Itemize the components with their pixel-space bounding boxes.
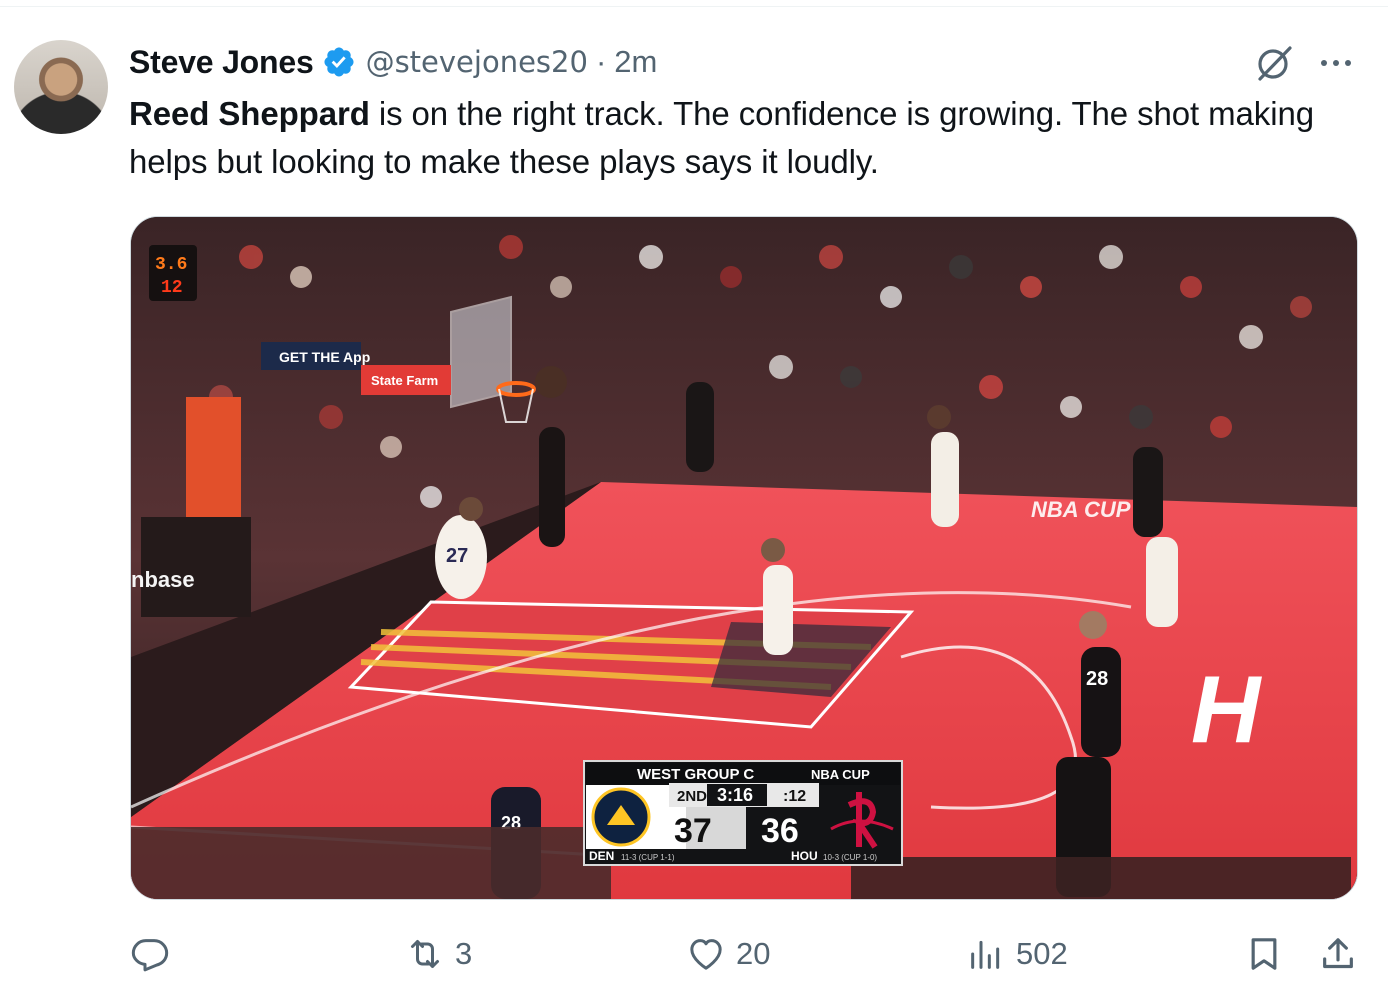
tweet-media[interactable]: nbase 3.6 12 GET THE App State Farm NBA … <box>130 216 1358 900</box>
retweet-count: 3 <box>455 936 473 971</box>
reply-icon <box>131 939 169 972</box>
away-record: 11-3 (CUP 1-1) <box>621 853 675 862</box>
avatar[interactable] <box>14 40 108 134</box>
author-handle[interactable]: @stevejones20 <box>366 45 588 79</box>
retweet-icon <box>411 940 439 968</box>
shot-clock-text: 3.6 <box>155 255 187 275</box>
retweet-button[interactable]: 3 <box>405 926 472 982</box>
court-logo-text: NBA CUP <box>1031 497 1131 522</box>
jersey-number-28: 28 <box>1086 668 1108 690</box>
away-team: DEN <box>589 849 614 863</box>
away-score: 37 <box>674 812 712 850</box>
share-button[interactable] <box>1318 926 1358 982</box>
views-icon <box>971 940 1000 969</box>
separator-dot: · <box>595 44 607 79</box>
timestamp[interactable]: 2m <box>614 44 657 80</box>
verified-badge-icon <box>324 47 354 77</box>
divider <box>0 6 1388 7</box>
bookmark-icon <box>1251 938 1277 970</box>
tweet-actions: 3 20 502 <box>0 926 1388 982</box>
scoreboard: WEST GROUP C NBA CUP 2ND 3:16 :12 37 36 … <box>583 760 903 866</box>
game-video-frame: nbase 3.6 12 GET THE App State Farm NBA … <box>131 217 1357 899</box>
grok-icon[interactable] <box>1252 43 1296 83</box>
bookmark-button[interactable] <box>1244 926 1284 982</box>
sponsor-board: State Farm <box>371 373 438 388</box>
home-team: HOU <box>791 849 818 863</box>
tweet-text: Reed Sheppard is on the right track. The… <box>129 90 1359 186</box>
jersey-number-27: 27 <box>446 545 468 567</box>
scoreboard-group: WEST GROUP C <box>637 766 754 783</box>
period: 2ND <box>677 788 707 805</box>
court-lettering: H <box>1191 656 1262 763</box>
scoreboard-cup: NBA CUP <box>811 767 870 782</box>
home-record: 10-3 (CUP 1-0) <box>823 853 877 862</box>
like-count: 20 <box>736 936 771 971</box>
mentioned-player[interactable]: Reed Sheppard <box>129 95 370 132</box>
more-options-icon[interactable] <box>1316 48 1356 78</box>
game-clock: 3:16 <box>717 785 753 805</box>
shot-clock-sub: 12 <box>161 278 183 298</box>
views-count: 502 <box>1016 936 1068 971</box>
shot-clock: :12 <box>783 788 806 805</box>
arena-banner: GET THE App <box>279 349 370 365</box>
coinbase-sign: nbase <box>131 567 195 592</box>
like-button[interactable]: 20 <box>686 926 770 982</box>
author-name[interactable]: Steve Jones <box>129 44 314 81</box>
tweet-header: Steve Jones @stevejones20 · 2m <box>129 40 657 84</box>
reply-button[interactable] <box>130 926 180 982</box>
share-icon <box>1323 938 1353 969</box>
home-score: 36 <box>761 812 799 850</box>
heart-icon <box>690 939 722 970</box>
views-button[interactable]: 502 <box>966 926 1068 982</box>
